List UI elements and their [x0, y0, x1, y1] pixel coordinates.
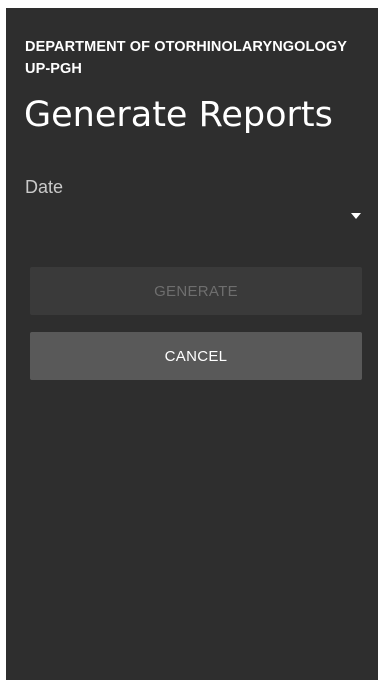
- department-header: DEPARTMENT OF OTORHINOLARYNGOLOGY UP-PGH: [25, 36, 347, 80]
- caret-down-icon: [351, 213, 361, 219]
- page-title: Generate Reports: [24, 95, 333, 135]
- generate-button-label: GENERATE: [154, 282, 238, 300]
- report-screen: DEPARTMENT OF OTORHINOLARYNGOLOGY UP-PGH…: [6, 8, 378, 680]
- date-dropdown[interactable]: [25, 204, 365, 230]
- date-label: Date: [25, 177, 64, 197]
- generate-button[interactable]: GENERATE: [30, 267, 362, 315]
- cancel-button-label: CANCEL: [164, 347, 228, 365]
- department-unit: UP-PGH: [25, 61, 82, 77]
- cancel-button[interactable]: CANCEL: [30, 332, 362, 380]
- department-name: DEPARTMENT OF OTORHINOLARYNGOLOGY: [25, 39, 348, 55]
